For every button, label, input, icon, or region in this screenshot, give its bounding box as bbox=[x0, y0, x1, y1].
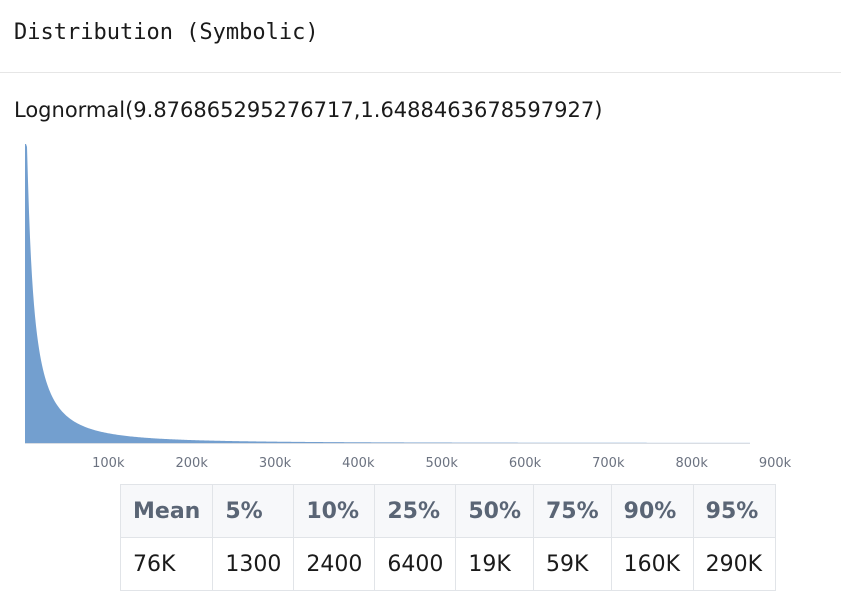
stats-value-p90: 160K bbox=[610, 537, 694, 591]
stats-header-p90: 90% bbox=[610, 484, 694, 538]
stats-value-p25: 6400 bbox=[374, 537, 457, 591]
stats-value-p75: 59K bbox=[533, 537, 612, 591]
stats-header-p50: 50% bbox=[455, 484, 534, 538]
x-tick-label: 100k bbox=[92, 456, 125, 471]
distribution-expression: Lognormal(9.876865295276717,1.6488463678… bbox=[14, 98, 603, 122]
stats-value-p50: 19K bbox=[455, 537, 534, 591]
stats-header-row: Mean 5% 10% 25% 50% 75% 90% 95% bbox=[119, 484, 776, 538]
x-tick-label: 800k bbox=[676, 456, 709, 471]
stats-header-p75: 75% bbox=[533, 484, 612, 538]
x-tick-label: 700k bbox=[592, 456, 625, 471]
x-tick-label: 600k bbox=[509, 456, 542, 471]
stats-value-p10: 2400 bbox=[293, 537, 376, 591]
x-tick-label: 500k bbox=[426, 456, 459, 471]
stats-header-p25: 25% bbox=[374, 484, 457, 538]
stats-value-p95: 290K bbox=[692, 537, 776, 591]
x-tick-label: 300k bbox=[259, 456, 292, 471]
stats-value-p5: 1300 bbox=[212, 537, 295, 591]
stats-value-mean: 76K bbox=[119, 537, 214, 591]
x-tick-label: 900k bbox=[759, 456, 792, 471]
header-bar: Distribution (Symbolic) bbox=[0, 0, 841, 73]
stats-header-p5: 5% bbox=[212, 484, 295, 538]
page-title: Distribution (Symbolic) bbox=[14, 20, 319, 45]
x-tick-label: 200k bbox=[176, 456, 209, 471]
density-area bbox=[25, 144, 750, 443]
summary-stats-table: Mean 5% 10% 25% 50% 75% 90% 95% 76K 1300… bbox=[119, 484, 776, 591]
x-tick-label: 400k bbox=[342, 456, 375, 471]
stats-header-p10: 10% bbox=[293, 484, 376, 538]
density-chart: 100k 200k 300k 400k 500k 600k 700k 800k 900k bbox=[25, 144, 792, 471]
stats-header-mean: Mean bbox=[119, 484, 214, 538]
stats-header-p95: 95% bbox=[692, 484, 776, 538]
stats-value-row: 76K 1300 2400 6400 19K 59K 160K 290K bbox=[119, 537, 776, 591]
